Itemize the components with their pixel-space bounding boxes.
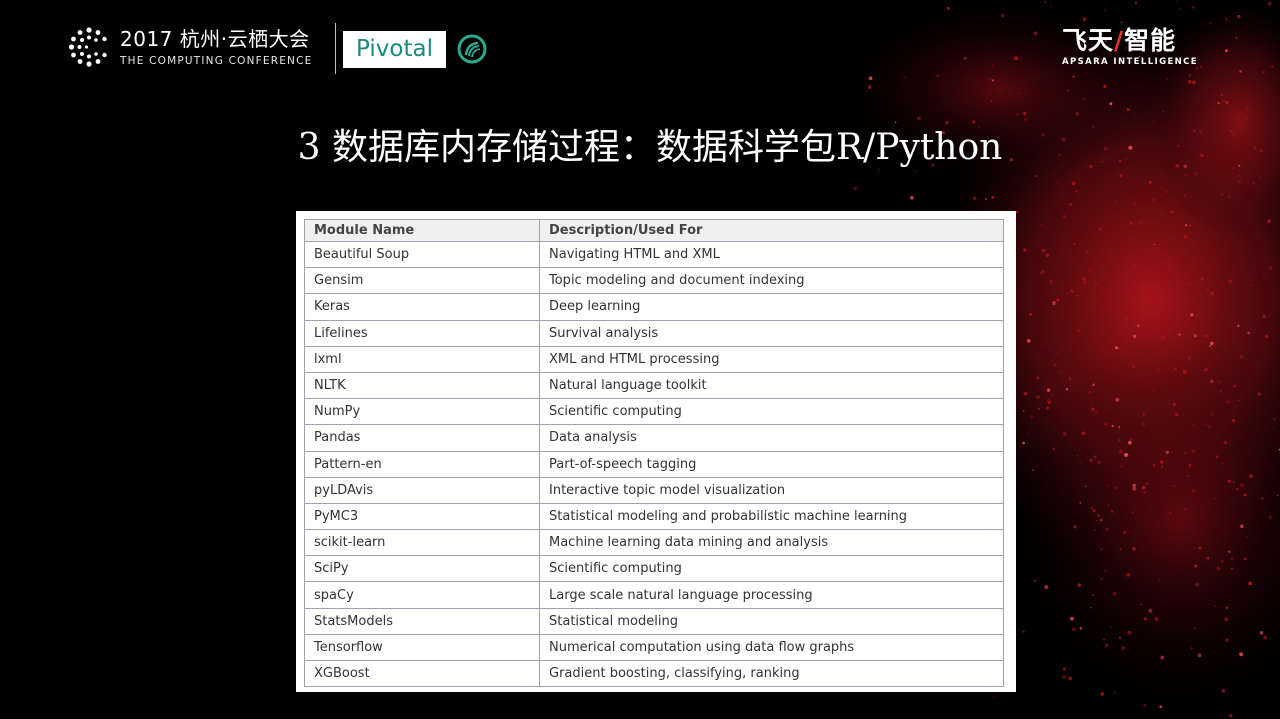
description-cell: Natural language toolkit	[539, 371, 1004, 400]
table-row: Pattern-en Part-of-speech tagging	[304, 450, 1004, 478]
table-row: NLTK Natural language toolkit	[304, 371, 1004, 400]
module-name-cell: Pattern-en	[304, 450, 540, 478]
description-cell: XML and HTML processing	[539, 345, 1004, 373]
brand-cn-right: 智能	[1124, 26, 1177, 55]
description-cell: Topic modeling and document indexing	[539, 267, 1004, 295]
header-divider	[335, 23, 336, 74]
conference-title: 2017 杭州·云栖大会	[120, 26, 310, 51]
pivotal-logo: Pivotal	[343, 31, 446, 68]
description-cell: Numerical computation using data flow gr…	[539, 633, 1004, 662]
module-table: Module Name Description/Used For Beautif…	[304, 219, 1004, 688]
module-name-cell: Tensorflow	[304, 633, 540, 662]
table-row: spaCy Large scale natural language proces…	[304, 581, 1004, 609]
apsara-logo: 飞天/智能 APSARA INTELLIGENCE	[1062, 26, 1198, 67]
table-row: SciPy Scientific computing	[304, 555, 1004, 583]
module-name-cell: StatsModels	[304, 607, 540, 635]
table-row: PyMC3 Statistical modeling and probabilis…	[304, 502, 1004, 531]
description-cell: Deep learning	[539, 293, 1004, 321]
description-cell: Machine learning data mining and analysi…	[539, 529, 1004, 557]
table-row: Pandas Data analysis	[304, 424, 1004, 452]
module-name-cell: Lifelines	[304, 319, 540, 347]
table-row: Tensorflow Numerical computation using da…	[304, 633, 1004, 662]
slide-title: 3 数据库内存储过程：数据科学包R/Python	[297, 127, 1003, 168]
pivotal-mark-icon	[457, 34, 487, 64]
module-name-cell: PyMC3	[304, 502, 540, 531]
brand-en: APSARA INTELLIGENCE	[1062, 57, 1199, 67]
module-name-cell: Keras	[304, 293, 540, 321]
description-cell: Scientific computing	[539, 555, 1004, 583]
description-cell: Scientific computing	[539, 398, 1004, 426]
table-row: Lifelines Survival analysis	[304, 319, 1004, 347]
module-name-cell: scikit-learn	[304, 529, 540, 557]
table-row: Keras Deep learning	[304, 293, 1004, 321]
conference-subtitle: THE COMPUTING CONFERENCE	[120, 54, 313, 67]
description-cell: Part-of-speech tagging	[539, 450, 1004, 478]
module-name-cell: lxml	[304, 345, 540, 373]
module-name-cell: Pandas	[304, 424, 540, 452]
header-description: Description/Used For	[539, 219, 1004, 242]
table-row: lxml XML and HTML processing	[304, 345, 1004, 373]
module-name-cell: XGBoost	[304, 659, 540, 688]
module-name-cell: pyLDAvis	[304, 476, 540, 504]
brand-cn-left: 飞天	[1062, 26, 1115, 55]
table-row: NumPy Scientific computing	[304, 398, 1004, 426]
description-cell: Gradient boosting, classifying, ranking	[539, 659, 1004, 688]
module-name-cell: Beautiful Soup	[304, 240, 540, 269]
description-cell: Statistical modeling	[539, 607, 1004, 635]
description-cell: Survival analysis	[539, 319, 1004, 347]
module-name-cell: Gensim	[304, 267, 540, 295]
table-row: Gensim Topic modeling and document indexi…	[304, 267, 1004, 295]
description-cell: Data analysis	[539, 424, 1004, 452]
yunqi-logo-icon	[68, 27, 107, 67]
conference-logo: 2017 杭州·云栖大会 THE COMPUTING CONFERENCE	[68, 26, 312, 68]
module-table-card: Module Name Description/Used For Beautif…	[296, 211, 1016, 692]
brand-slash-icon: /	[1114, 26, 1125, 55]
description-cell: Navigating HTML and XML	[539, 240, 1004, 269]
description-cell: Statistical modeling and probabilistic m…	[539, 502, 1004, 531]
table-header-row: Module Name Description/Used For	[304, 219, 1004, 242]
description-cell: Large scale natural language processing	[539, 581, 1004, 609]
module-name-cell: NLTK	[304, 371, 540, 400]
table-row: scikit-learn Machine learning data mining…	[304, 529, 1004, 557]
module-name-cell: NumPy	[304, 398, 540, 426]
table-row: Beautiful Soup Navigating HTML and XML	[304, 240, 1004, 269]
module-name-cell: SciPy	[304, 555, 540, 583]
table-row: StatsModels Statistical modeling	[304, 607, 1004, 635]
table-row: pyLDAvis Interactive topic model visualiz…	[304, 476, 1004, 504]
description-cell: Interactive topic model visualization	[539, 476, 1004, 504]
header-module-name: Module Name	[304, 219, 540, 242]
module-name-cell: spaCy	[304, 581, 540, 609]
table-row: XGBoost Gradient boosting, classifying, r…	[304, 659, 1004, 688]
